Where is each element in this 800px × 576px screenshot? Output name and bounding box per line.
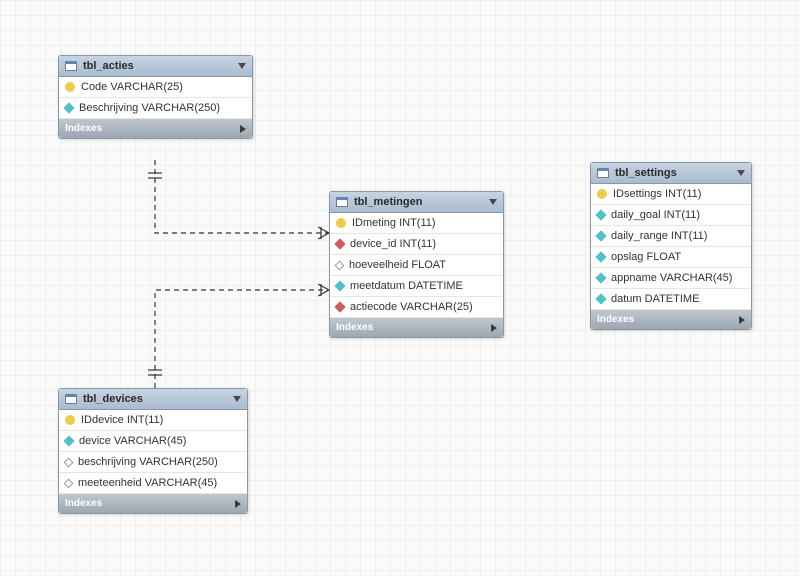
column-row[interactable]: device_id INT(11): [330, 234, 503, 255]
chevron-down-icon[interactable]: [233, 396, 241, 402]
indexes-label: Indexes: [65, 123, 102, 134]
column-row[interactable]: Code VARCHAR(25): [59, 77, 252, 98]
column-row[interactable]: IDmeting INT(11): [330, 213, 503, 234]
key-icon: [597, 189, 607, 199]
column-def: opslag FLOAT: [611, 251, 681, 263]
column-row[interactable]: datum DATETIME: [591, 289, 751, 310]
indexes-section[interactable]: Indexes: [59, 119, 252, 138]
column-def: daily_range INT(11): [611, 230, 707, 242]
column-row[interactable]: device VARCHAR(45): [59, 431, 247, 452]
chevron-right-icon[interactable]: [240, 125, 246, 133]
column-row[interactable]: hoeveelheid FLOAT: [330, 255, 503, 276]
table-header[interactable]: tbl_settings: [591, 163, 751, 184]
column-def: IDdevice INT(11): [81, 414, 163, 426]
column-row[interactable]: Beschrijving VARCHAR(250): [59, 98, 252, 119]
column-def: meeteenheid VARCHAR(45): [78, 477, 217, 489]
table-devices[interactable]: tbl_devices IDdevice INT(11) device VARCHA…: [58, 388, 248, 514]
column-row[interactable]: actiecode VARCHAR(25): [330, 297, 503, 318]
key-icon: [336, 218, 346, 228]
chevron-down-icon[interactable]: [737, 170, 745, 176]
column-def: IDmeting INT(11): [352, 217, 436, 229]
column-row[interactable]: IDsettings INT(11): [591, 184, 751, 205]
column-def: Code VARCHAR(25): [81, 81, 183, 93]
indexes-label: Indexes: [597, 314, 634, 325]
filled-diamond-icon: [63, 102, 74, 113]
column-def: IDsettings INT(11): [613, 188, 701, 200]
indexes-section[interactable]: Indexes: [330, 318, 503, 337]
column-row[interactable]: meetdatum DATETIME: [330, 276, 503, 297]
chevron-right-icon[interactable]: [739, 316, 745, 324]
filled-diamond-icon: [595, 230, 606, 241]
column-def: actiecode VARCHAR(25): [350, 301, 473, 313]
filled-diamond-icon: [595, 209, 606, 220]
column-row[interactable]: meeteenheid VARCHAR(45): [59, 473, 247, 494]
table-settings[interactable]: tbl_settings IDsettings INT(11) daily_goal…: [590, 162, 752, 330]
table-header[interactable]: tbl_acties: [59, 56, 252, 77]
indexes-section[interactable]: Indexes: [591, 310, 751, 329]
column-row[interactable]: IDdevice INT(11): [59, 410, 247, 431]
table-title: tbl_devices: [83, 393, 143, 405]
table-acties[interactable]: tbl_acties Code VARCHAR(25) Beschrijving V…: [58, 55, 253, 139]
table-metingen[interactable]: tbl_metingen IDmeting INT(11) device_id IN…: [329, 191, 504, 338]
table-title: tbl_acties: [83, 60, 134, 72]
key-icon: [65, 82, 75, 92]
chevron-down-icon[interactable]: [489, 199, 497, 205]
chevron-right-icon[interactable]: [235, 500, 241, 508]
column-def: appname VARCHAR(45): [611, 272, 732, 284]
column-row[interactable]: beschrijving VARCHAR(250): [59, 452, 247, 473]
indexes-label: Indexes: [336, 322, 373, 333]
column-row[interactable]: daily_goal INT(11): [591, 205, 751, 226]
column-def: hoeveelheid FLOAT: [349, 259, 446, 271]
table-header[interactable]: tbl_metingen: [330, 192, 503, 213]
table-icon: [336, 197, 348, 207]
table-icon: [597, 168, 609, 178]
column-def: daily_goal INT(11): [611, 209, 700, 221]
column-row[interactable]: opslag FLOAT: [591, 247, 751, 268]
table-title: tbl_metingen: [354, 196, 422, 208]
fk-diamond-icon: [334, 238, 345, 249]
indexes-section[interactable]: Indexes: [59, 494, 247, 513]
column-def: meetdatum DATETIME: [350, 280, 463, 292]
empty-diamond-icon: [335, 260, 345, 270]
column-def: datum DATETIME: [611, 293, 699, 305]
table-icon: [65, 61, 77, 71]
column-row[interactable]: daily_range INT(11): [591, 226, 751, 247]
indexes-label: Indexes: [65, 498, 102, 509]
table-title: tbl_settings: [615, 167, 677, 179]
filled-diamond-icon: [595, 251, 606, 262]
empty-diamond-icon: [64, 478, 74, 488]
table-icon: [65, 394, 77, 404]
column-def: beschrijving VARCHAR(250): [78, 456, 218, 468]
filled-diamond-icon: [63, 435, 74, 446]
chevron-down-icon[interactable]: [238, 63, 246, 69]
filled-diamond-icon: [595, 272, 606, 283]
chevron-right-icon[interactable]: [491, 324, 497, 332]
empty-diamond-icon: [64, 457, 74, 467]
table-header[interactable]: tbl_devices: [59, 389, 247, 410]
key-icon: [65, 415, 75, 425]
column-def: device_id INT(11): [350, 238, 436, 250]
column-def: device VARCHAR(45): [79, 435, 186, 447]
column-def: Beschrijving VARCHAR(250): [79, 102, 220, 114]
column-row[interactable]: appname VARCHAR(45): [591, 268, 751, 289]
filled-diamond-icon: [595, 293, 606, 304]
filled-diamond-icon: [334, 280, 345, 291]
fk-diamond-icon: [334, 301, 345, 312]
